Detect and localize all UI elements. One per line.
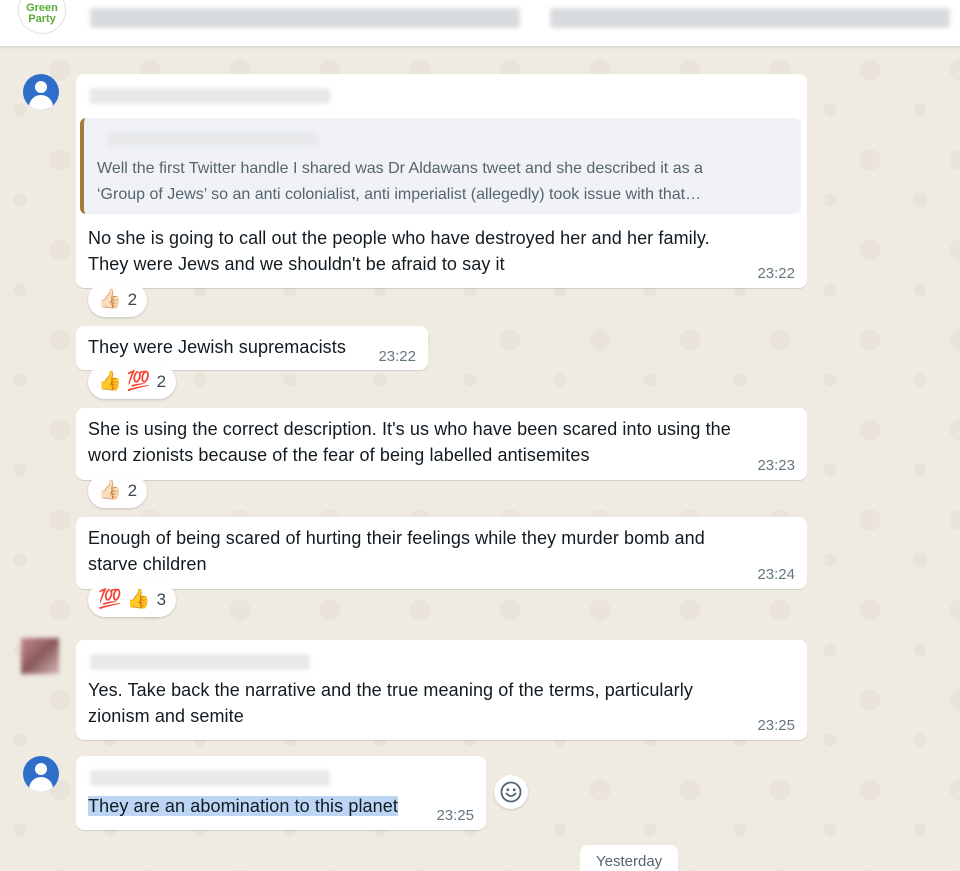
message-timestamp: 23:23 bbox=[757, 457, 795, 474]
thumbs-up-icon: 👍🏻 bbox=[98, 480, 122, 501]
message-bubble[interactable]: Yes. Take back the narrative and the tru… bbox=[76, 640, 807, 740]
sender-avatar[interactable] bbox=[23, 756, 59, 792]
thumbs-up-icon: 👍🏻 bbox=[98, 289, 122, 310]
group-avatar[interactable]: Green Party bbox=[18, 0, 66, 34]
reaction-count: 2 bbox=[127, 290, 138, 309]
message-text-line-1: Enough of being scared of hurting their … bbox=[88, 528, 705, 548]
quoted-message[interactable]: Well the first Twitter handle I shared w… bbox=[80, 118, 801, 214]
date-separator: Yesterday bbox=[580, 845, 679, 871]
reaction-count: 3 bbox=[156, 590, 167, 609]
sender-avatar[interactable] bbox=[23, 74, 59, 110]
redacted-sender-name bbox=[90, 770, 330, 786]
chat-header[interactable]: Green Party bbox=[0, 0, 960, 46]
hundred-thumbs-up-icon: 💯 👍 bbox=[98, 589, 151, 610]
redacted-sender-name bbox=[90, 88, 330, 104]
sender-avatar[interactable] bbox=[21, 638, 59, 674]
reaction-count: 2 bbox=[156, 372, 167, 391]
reaction-pill[interactable]: 💯 👍 3 bbox=[88, 583, 177, 617]
reaction-pill[interactable]: 👍🏻 2 bbox=[88, 283, 148, 317]
redacted-sender-name bbox=[90, 654, 310, 670]
message-bubble[interactable]: They are an abomination to this planet 2… bbox=[76, 756, 486, 830]
quoted-text-line-1: Well the first Twitter handle I shared w… bbox=[97, 160, 703, 177]
reaction-pill[interactable]: 👍 💯 2 bbox=[88, 365, 177, 399]
reaction-count: 2 bbox=[127, 481, 138, 500]
thumbs-up-hundred-icon: 👍 💯 bbox=[98, 371, 151, 392]
message-bubble[interactable]: Enough of being scared of hurting their … bbox=[76, 517, 807, 589]
message-text-line-1: No she is going to call out the people w… bbox=[88, 228, 710, 248]
message-timestamp: 23:22 bbox=[757, 265, 795, 282]
message-bubble[interactable]: Well the first Twitter handle I shared w… bbox=[76, 74, 807, 288]
message-bubble[interactable]: They were Jewish supremacists 23:22 bbox=[76, 326, 428, 370]
message-text-line-1: They were Jewish supremacists bbox=[88, 337, 346, 357]
message-text-line-1: Yes. Take back the narrative and the tru… bbox=[88, 680, 693, 700]
message-timestamp: 23:24 bbox=[757, 566, 795, 583]
message-text-line-2: word zionists because of the fear of bei… bbox=[88, 445, 590, 465]
reaction-pill[interactable]: 👍🏻 2 bbox=[88, 474, 148, 508]
quoted-text-line-2: ‘Group of Jews’ so an anti colonialist, … bbox=[97, 186, 702, 203]
smiley-icon bbox=[500, 781, 522, 803]
message-timestamp: 23:25 bbox=[436, 807, 474, 824]
redacted-participants bbox=[90, 8, 520, 28]
message-text-line-2: zionism and semite bbox=[88, 706, 244, 726]
message-bubble[interactable]: She is using the correct description. It… bbox=[76, 408, 807, 480]
message-text-line-2: They were Jews and we shouldn't be afrai… bbox=[88, 254, 505, 274]
group-logo-text-line2: Party bbox=[28, 13, 56, 25]
message-timestamp: 23:25 bbox=[757, 717, 795, 734]
message-text-line-2: starve children bbox=[88, 554, 207, 574]
message-text-line-1: She is using the correct description. It… bbox=[88, 419, 731, 439]
redacted-quoted-sender bbox=[108, 132, 318, 146]
selected-text[interactable]: They are an abomination to this planet bbox=[88, 796, 398, 816]
message-timestamp: 23:22 bbox=[378, 348, 416, 365]
redacted-participants-2 bbox=[550, 8, 950, 28]
react-emoji-button[interactable] bbox=[494, 775, 528, 809]
message-text-line-1: They are an abomination to this planet bbox=[88, 793, 398, 819]
